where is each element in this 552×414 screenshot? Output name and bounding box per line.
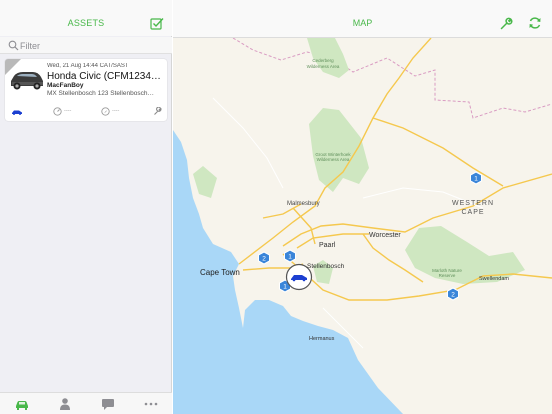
wrench-icon[interactable]	[153, 107, 162, 116]
filter-input[interactable]	[20, 39, 160, 52]
map-label-stellenbosch: Stellenbosch	[307, 263, 345, 270]
refresh-icon[interactable]	[528, 16, 542, 30]
map-label-cape-town: Cape Town	[200, 268, 240, 277]
tab-more[interactable]	[143, 397, 159, 411]
map-label-marloth-sub: Reserve	[439, 273, 456, 278]
cluster-count: 1	[283, 284, 287, 291]
map-label-malmesbury: Malmesbury	[287, 201, 320, 207]
map-label-cederberg: Cederberg	[312, 58, 334, 63]
tab-messages[interactable]	[100, 397, 116, 411]
cluster-count: 1	[288, 254, 292, 261]
assets-sidebar: ASSETS Wed, 21 Aug 14:44 CAT/SAST Honda …	[0, 0, 172, 414]
cluster-marker[interactable]: 1	[470, 171, 482, 185]
tab-drivers[interactable]	[57, 397, 73, 411]
heading-value: ----	[112, 108, 120, 114]
compass-icon	[101, 107, 110, 116]
map-label-groot-sub: Wilderness Area	[317, 157, 350, 162]
map-label-western-cape-2: CAPE	[461, 209, 484, 216]
map-label-western-cape-1: WESTERN	[452, 200, 494, 207]
cluster-count: 2	[451, 292, 455, 299]
asset-timestamp: Wed, 21 Aug 14:44 CAT/SAST	[47, 63, 129, 69]
asset-driver: MacFanBoy	[47, 82, 84, 89]
asset-address: MX Stellenbosch 123 Stellenbosch…	[47, 90, 154, 97]
bottom-tab-bar	[0, 392, 172, 414]
cluster-count: 2	[262, 256, 266, 263]
tools-icon[interactable]	[500, 17, 513, 30]
map-label-paarl: Paarl	[319, 242, 336, 249]
map-title: MAP	[352, 18, 373, 28]
cluster-marker[interactable]: 2	[258, 251, 270, 265]
map-label-swellendam: Swellendam	[479, 276, 509, 282]
speed-value: ----	[64, 108, 72, 114]
vehicle-type-icon	[12, 110, 22, 115]
select-checkbox-icon[interactable]	[150, 16, 164, 30]
search-icon	[8, 40, 19, 51]
map-view[interactable]: Cederberg Groot Winterhoek Wilderness Ar…	[173, 38, 552, 414]
map-label-hermanus: Hermanus	[309, 336, 335, 342]
filter-bar	[0, 37, 172, 54]
tab-assets[interactable]	[14, 397, 30, 411]
vehicle-location-pin[interactable]	[285, 263, 313, 291]
cluster-marker[interactable]: 2	[447, 287, 459, 301]
map-header: MAP	[173, 0, 552, 38]
map-label-cederberg-sub: Wilderness Area	[307, 64, 340, 69]
speedometer-icon	[53, 107, 62, 116]
cluster-marker[interactable]: 1	[284, 249, 296, 263]
asset-name: Honda Civic (CFM1234…	[47, 71, 161, 82]
asset-card-footer: ---- ----	[5, 105, 167, 119]
sidebar-title: ASSETS	[67, 18, 105, 28]
cluster-count: 1	[474, 176, 478, 183]
asset-list-item[interactable]: Wed, 21 Aug 14:44 CAT/SAST Honda Civic (…	[5, 59, 167, 121]
sidebar-header: ASSETS	[0, 0, 172, 36]
map-label-worcester: Worcester	[369, 232, 401, 239]
vehicle-thumbnail-icon	[5, 59, 43, 90]
